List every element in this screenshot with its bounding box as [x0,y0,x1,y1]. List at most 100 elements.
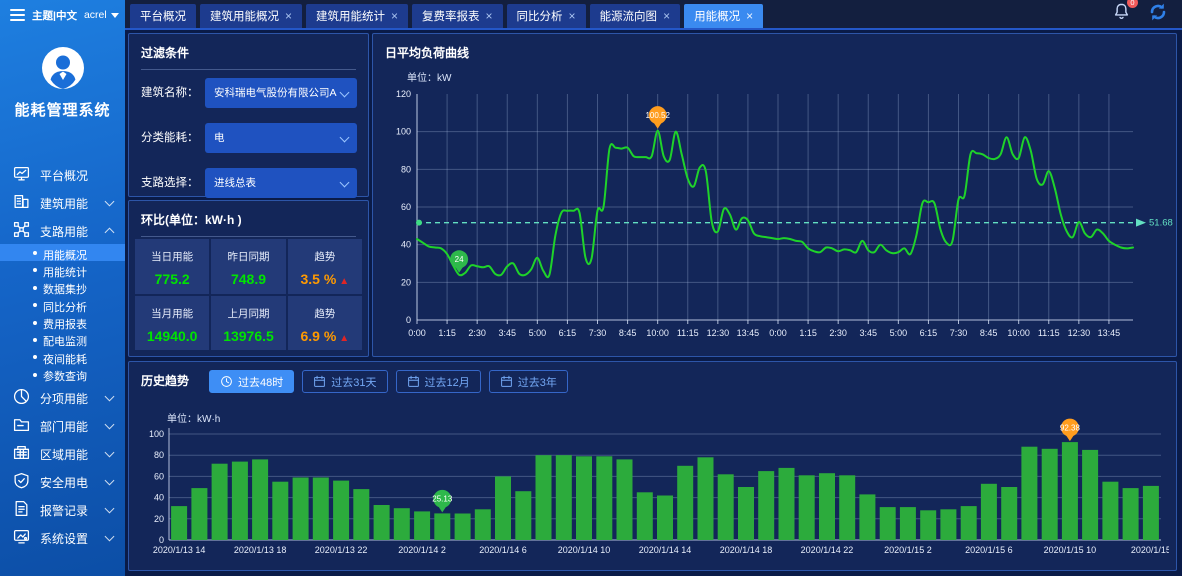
svg-text:0: 0 [406,315,411,325]
filter-row: 支路选择：进线总表 [129,168,368,198]
avatar-icon [41,46,85,90]
bullet-icon [33,286,37,290]
sidebar-item-分项用能[interactable]: 分项用能 [0,383,125,411]
stat-value: 6.9 %▲ [288,328,362,344]
svg-text:40: 40 [401,240,411,250]
stat-cell-当月用能: 当月用能14940.0 [135,296,209,351]
tab-bar: 平台概况建筑用能概况×建筑用能统计×复费率报表×同比分析×能源流向图×用能概况× [130,4,763,28]
branch-icon-wrap [13,221,30,243]
filter-label: 分类能耗： [141,123,199,153]
svg-text:1:15: 1:15 [438,328,456,338]
tab-能源流向图[interactable]: 能源流向图 × [590,4,681,28]
chevron-down-icon [340,178,350,188]
tab-close-icon[interactable]: × [285,10,292,22]
sidebar-menu: 平台概况建筑用能支路用能用能概况用能统计数据集抄同比分析费用报表配电监测夜间能耗… [0,160,125,551]
theme-language-label[interactable]: 主题|中文 [32,8,77,23]
svg-text:0:00: 0:00 [408,328,426,338]
comparison-panel-title: 环比(单位：kW·h ) [129,201,368,228]
stat-cell-昨日同期: 昨日同期748.9 [211,239,285,294]
range-button-过去12月[interactable]: 过去12月 [396,370,481,393]
stat-label: 昨日同期 [211,249,285,264]
sidebar-subitem-配电监测[interactable]: 配电监测 [0,331,125,348]
sidebar-subitem-用能统计[interactable]: 用能统计 [0,261,125,278]
sidebar-item-报警记录[interactable]: 报警记录 [0,495,125,523]
stat-label: 上月同期 [211,306,285,321]
refresh-button[interactable] [1148,2,1168,27]
sidebar-subitem-夜间能耗[interactable]: 夜间能耗 [0,348,125,365]
tab-建筑用能统计[interactable]: 建筑用能统计 × [306,4,408,28]
pie-icon [13,388,30,405]
sidebar-item-label: 安全用电 [40,474,88,491]
svg-text:40: 40 [154,493,164,503]
range-button-label: 过去31天 [331,374,376,390]
tab-label: 复费率报表 [422,8,480,24]
tab-用能概况[interactable]: 用能概况 × [684,4,763,28]
svg-text:1:15: 1:15 [799,328,817,338]
avatar [41,46,85,90]
stat-value: 775.2 [135,271,209,287]
svg-text:80: 80 [401,164,411,174]
svg-text:2020/1/14 14: 2020/1/14 14 [639,545,692,555]
user-menu[interactable]: acrel [84,9,119,21]
sidebar-subitem-同比分析[interactable]: 同比分析 [0,296,125,313]
topbar-icons: 0 [1112,0,1168,28]
sidebar-item-建筑用能[interactable]: 建筑用能 [0,188,125,216]
sidebar-item-部门用能[interactable]: 部门用能 [0,411,125,439]
svg-text:2020/1/14 6: 2020/1/14 6 [479,545,527,555]
stat-label: 当月用能 [135,306,209,321]
building-name-select[interactable]: 安科瑞电气股份有限公司A楼 [205,78,357,108]
energy-type-select[interactable]: 电 [205,123,357,153]
range-button-过去48时[interactable]: 过去48时 [209,370,294,393]
tab-close-icon[interactable]: × [746,10,753,22]
tab-label: 建筑用能统计 [316,8,385,24]
hamburger-menu-icon[interactable] [10,9,25,21]
sidebar-subitem-label: 同比分析 [43,299,87,315]
sidebar-item-区域用能[interactable]: 区域用能 [0,439,125,467]
tab-close-icon[interactable]: × [486,10,493,22]
settings-icon [13,528,30,545]
notifications-button[interactable]: 0 [1112,2,1131,26]
svg-text:2:30: 2:30 [829,328,847,338]
tab-同比分析[interactable]: 同比分析× [507,4,586,28]
svg-text:8:45: 8:45 [619,328,637,338]
sidebar-subitem-费用报表[interactable]: 费用报表 [0,314,125,331]
chevron-down-icon [105,532,115,542]
tab-label: 能源流向图 [600,8,658,24]
svg-text:11:15: 11:15 [1038,328,1060,338]
sidebar-item-平台概况[interactable]: 平台概况 [0,160,125,188]
area-icon-wrap [13,444,30,466]
svg-text:3:45: 3:45 [498,328,516,338]
svg-text:3:45: 3:45 [859,328,877,338]
report-icon-wrap [13,500,30,522]
select-value: 进线总表 [214,168,337,198]
tab-close-icon[interactable]: × [569,10,576,22]
svg-text:100.52: 100.52 [645,111,670,120]
sidebar-subitem-参数查询[interactable]: 参数查询 [0,366,125,383]
branch-select[interactable]: 进线总表 [205,168,357,198]
sidebar-subitem-数据集抄[interactable]: 数据集抄 [0,279,125,296]
tab-label: 用能概况 [694,8,740,24]
svg-text:13:45: 13:45 [1098,328,1121,338]
sidebar-subitem-label: 配电监测 [43,333,87,349]
svg-text:51.68: 51.68 [1149,218,1173,229]
folder-icon [13,416,30,433]
tab-建筑用能概况[interactable]: 建筑用能概况× [200,4,302,28]
sidebar-subitem-label: 费用报表 [43,316,87,332]
range-button-过去31天[interactable]: 过去31天 [302,370,387,393]
tab-复费率报表[interactable]: 复费率报表 × [412,4,503,28]
sidebar-item-系统设置[interactable]: 系统设置 [0,523,125,551]
sidebar-subitem-用能概况[interactable]: 用能概况 [0,244,125,261]
tab-close-icon[interactable]: × [391,10,398,22]
sidebar-subitem-label: 用能概况 [43,247,87,263]
filter-row: 分类能耗：电 [129,123,368,153]
chevron-down-icon [105,504,115,514]
range-button-过去3年[interactable]: 过去3年 [489,370,568,393]
refresh-icon [1148,2,1168,22]
sidebar-item-支路用能[interactable]: 支路用能 [0,216,125,244]
sidebar-item-安全用电[interactable]: 安全用电 [0,467,125,495]
calendar-icon [313,375,326,388]
svg-text:5:00: 5:00 [890,328,908,338]
svg-text:6:15: 6:15 [920,328,938,338]
tab-close-icon[interactable]: × [663,10,670,22]
tab-平台概况[interactable]: 平台概况 [130,4,196,28]
